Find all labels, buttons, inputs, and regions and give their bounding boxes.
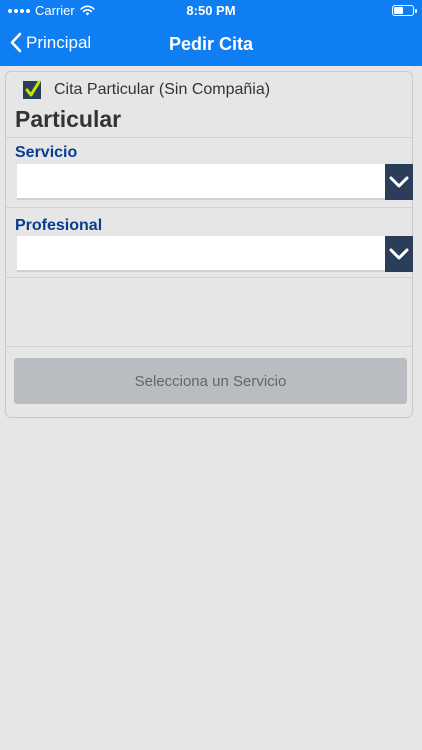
chevron-down-icon — [389, 176, 409, 188]
divider — [6, 207, 412, 208]
profesional-select[interactable] — [17, 236, 413, 272]
check-icon — [25, 80, 41, 97]
profesional-label: Profesional — [15, 217, 103, 234]
battery-icon — [392, 5, 417, 16]
divider — [6, 346, 412, 347]
servicio-dropdown-button[interactable] — [385, 164, 413, 200]
private-appointment-toggle[interactable]: Cita Particular (Sin Compañia) — [23, 80, 271, 99]
servicio-label: Servicio — [15, 144, 78, 161]
status-bar: Carrier 8:50 PM — [0, 0, 422, 22]
submit-button[interactable]: Selecciona un Servicio — [14, 358, 407, 404]
private-appointment-label: Cita Particular (Sin Compañia) — [54, 81, 271, 98]
section-title: Particular — [15, 106, 122, 132]
status-time: 8:50 PM — [186, 3, 236, 18]
divider — [6, 277, 412, 278]
app-header: Carrier 8:50 PM Principal Pedir Cita — [0, 0, 422, 66]
profesional-dropdown-button[interactable] — [385, 236, 413, 272]
chevron-down-icon — [389, 248, 409, 260]
appointment-form: Cita Particular (Sin Compañia) Particula… — [5, 71, 413, 418]
page-title: Pedir Cita — [168, 34, 254, 54]
private-appointment-checkbox[interactable] — [23, 80, 41, 99]
servicio-select[interactable] — [17, 164, 413, 200]
divider — [6, 137, 412, 138]
navigation-bar: Principal Pedir Cita — [0, 22, 422, 66]
